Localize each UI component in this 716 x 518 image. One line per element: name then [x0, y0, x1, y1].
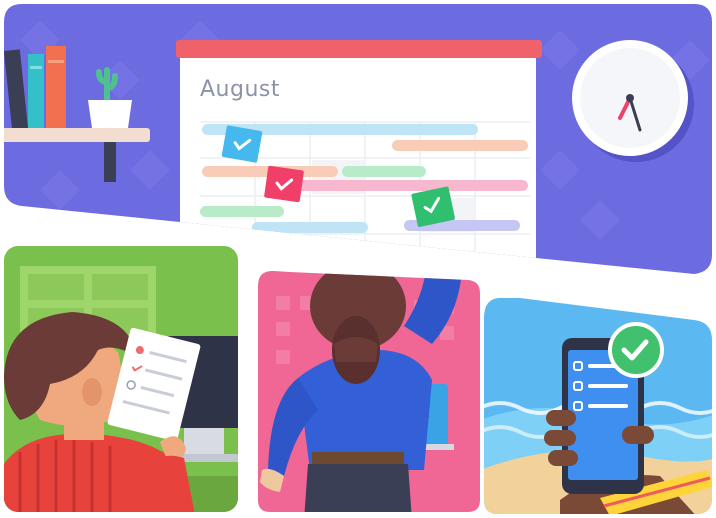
sticky-note-blue — [221, 125, 263, 163]
calendar-month-label: August — [200, 77, 280, 102]
left-panel — [4, 246, 238, 512]
check-badge — [608, 322, 664, 378]
middle-panel — [258, 270, 480, 512]
sticky-note-red — [264, 165, 304, 203]
right-panel — [484, 297, 712, 514]
books-icon — [4, 46, 66, 133]
scheduling-illustration: August — [4, 4, 712, 514]
